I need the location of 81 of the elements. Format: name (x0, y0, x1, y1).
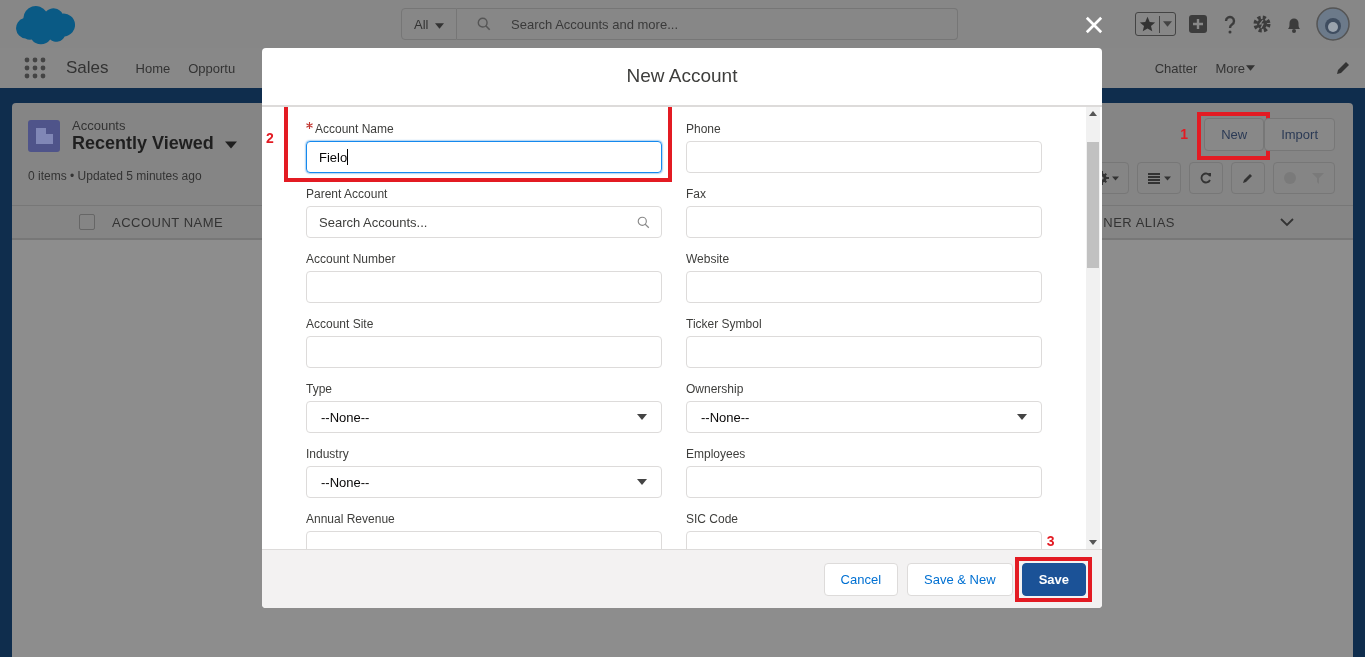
pencil-icon (1241, 171, 1255, 185)
scrollbar[interactable] (1086, 107, 1100, 549)
close-icon[interactable] (1085, 16, 1103, 34)
field-label: Parent Account (306, 187, 388, 201)
field-label: Industry (306, 447, 349, 461)
settings-icon[interactable] (1252, 14, 1272, 34)
global-search-field[interactable]: Search Accounts and more... (509, 15, 934, 33)
nav-tab[interactable]: Opportu (188, 60, 236, 76)
edit-button[interactable] (1231, 162, 1265, 194)
nav-tab[interactable]: Home (135, 60, 171, 76)
nav-tab[interactable]: More (1215, 60, 1245, 76)
global-search-box[interactable]: Search Accounts and more... (457, 8, 959, 40)
cloud-logo (13, 3, 75, 45)
dialog-title: New Account (262, 48, 1102, 107)
lookup-field[interactable]: Search Accounts... (306, 206, 662, 238)
field-label: Employees (686, 447, 746, 461)
building-icon (28, 120, 60, 152)
object-name: Accounts (72, 118, 127, 133)
caret-icon (1112, 175, 1119, 181)
input-field[interactable] (686, 336, 1042, 368)
app-launcher-icon[interactable] (24, 57, 46, 79)
caret-icon (1164, 175, 1171, 181)
table-icon (1147, 171, 1161, 185)
field-label: Ticker Symbol (686, 317, 762, 331)
scroll-up-icon[interactable] (1089, 111, 1097, 116)
list-status: 0 items • Updated 5 minutes ago (28, 169, 202, 183)
step-number: 3 (1046, 532, 1055, 549)
star-icon (1139, 15, 1156, 33)
column-header[interactable]: ACCOUNT NAME (112, 214, 224, 230)
avatar-icon[interactable] (1316, 7, 1350, 41)
caret-icon (224, 141, 237, 149)
dialog-button[interactable]: Save & New (907, 562, 1013, 596)
field-label: SIC Code (686, 512, 739, 526)
refresh-icon (1199, 171, 1213, 185)
input-field[interactable] (686, 141, 1042, 173)
field-label: Account Number (306, 252, 396, 266)
caret-icon (435, 22, 445, 29)
step-number: 1 (1180, 126, 1188, 142)
step-number: 2 (266, 130, 274, 146)
pencil-icon[interactable] (1335, 60, 1351, 76)
scroll-thumb[interactable] (1087, 142, 1099, 268)
search-scope-dropdown[interactable]: All (401, 8, 458, 40)
field-label: Type (306, 382, 332, 396)
column-header[interactable]: NER ALIAS (1103, 214, 1175, 230)
app-name: Sales (66, 58, 109, 78)
search-icon (477, 17, 492, 31)
list-action-button[interactable]: New (1204, 118, 1265, 151)
dialog-button[interactable]: Cancel (823, 562, 899, 596)
field-label: Annual Revenue (306, 512, 395, 526)
picklist[interactable]: --None-- (686, 401, 1042, 433)
display-dropdown[interactable] (1137, 162, 1181, 194)
caret-icon (637, 414, 647, 420)
field-label: Fax (686, 187, 706, 201)
chevron-down-icon[interactable] (1280, 217, 1294, 227)
field-label: Account Name (315, 122, 394, 136)
favorites-button[interactable] (1135, 12, 1176, 36)
dialog-button[interactable]: Save (1021, 562, 1086, 596)
input-field[interactable] (306, 336, 662, 368)
plus-icon[interactable] (1188, 14, 1208, 34)
picklist[interactable]: --None-- (306, 466, 662, 498)
refresh-button[interactable] (1189, 162, 1223, 194)
field-label: Account Site (306, 317, 374, 331)
caret-icon (637, 479, 647, 485)
input-field[interactable] (686, 206, 1042, 238)
select-all-checkbox[interactable] (79, 214, 95, 230)
input-field[interactable] (686, 466, 1042, 498)
input-field[interactable]: Fielo (306, 141, 662, 173)
caret-icon (1246, 65, 1255, 71)
picklist[interactable]: --None-- (306, 401, 662, 433)
caret-icon (1017, 414, 1027, 420)
field-label: Website (686, 252, 730, 266)
list-action-button[interactable]: Import (1264, 118, 1335, 151)
field-label: Ownership (686, 382, 744, 396)
scroll-down-icon[interactable] (1089, 540, 1097, 545)
search-icon (637, 216, 650, 229)
nav-tab[interactable]: Chatter (1154, 60, 1198, 76)
caret-icon (1163, 21, 1172, 27)
field-label: Phone (686, 122, 721, 136)
list-view-picker[interactable]: Recently Viewed (72, 133, 237, 154)
input-field[interactable] (686, 271, 1042, 303)
input-field[interactable] (306, 271, 662, 303)
